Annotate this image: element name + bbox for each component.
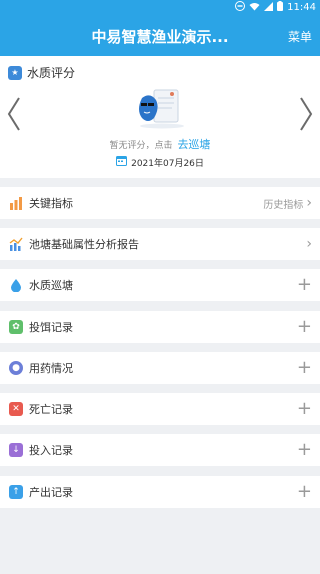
water-drop-icon [9,278,23,292]
list-item-output-record[interactable]: ↑ 产出记录 + [0,476,320,508]
list-item-label: 产出记录 [29,486,73,499]
no-score-prompt: 暂无评分，点击 去巡塘 [0,136,320,152]
minus-circle-icon [235,1,246,14]
bar-chart-icon [9,196,23,210]
list-item-label: 投饵记录 [29,321,73,334]
page-title: 中易智慧渔业演示... [91,28,229,46]
add-icon[interactable]: + [297,483,312,501]
prev-pond-button[interactable] [6,96,22,132]
go-patrol-link[interactable]: 去巡塘 [177,138,210,151]
list-item-key-indicators[interactable]: 关键指标 历史指标 › [0,187,320,219]
wifi-icon [249,2,260,14]
add-icon[interactable]: + [297,400,312,418]
row-right: + [297,393,312,425]
app-header: 中易智慧渔业演示... 菜单 [0,16,320,56]
battery-icon [277,1,284,14]
menu-button[interactable]: 菜单 [288,28,312,45]
star-shield-icon: ★ [8,65,22,80]
no-score-text: 暂无评分，点击 [109,141,173,151]
add-icon[interactable]: + [297,359,312,377]
add-icon[interactable]: + [297,276,312,294]
trend-chart-icon [9,237,23,251]
signal-icon [264,1,274,14]
list-item-death-record[interactable]: ✕ 死亡记录 + [0,393,320,425]
row-right: + [297,434,312,466]
list-item-label: 死亡记录 [29,403,73,416]
list-item-label: 池塘基础属性分析报告 [29,238,139,251]
medicine-icon: ● [9,361,23,375]
score-date-text: 2021年07月26日 [131,158,204,169]
row-right: + [297,311,312,343]
mascot-report-illustration [134,88,190,132]
row-right: + [297,352,312,384]
output-box-icon: ↑ [9,485,23,499]
calendar-icon [116,155,128,169]
status-bar: 11:44 [0,0,320,16]
history-indicators-text: 历史指标 [263,199,304,211]
list-item-medication[interactable]: ● 用药情况 + [0,352,320,384]
water-quality-title: ★ 水质评分 [8,64,75,81]
list-item-input-record[interactable]: ↓ 投入记录 + [0,434,320,466]
chevron-right-icon: › [306,195,312,211]
list-item-label: 水质巡塘 [29,279,73,292]
status-time: 11:44 [287,2,316,13]
input-box-icon: ↓ [9,443,23,457]
row-right: + [297,476,312,508]
list-item-label: 关键指标 [29,197,73,210]
water-quality-card: ★ 水质评分 暂无评分，点击 去巡塘 2021年07月26日 [0,56,320,178]
feed-icon: ✿ [9,320,23,334]
list-item-water-patrol[interactable]: 水质巡塘 + [0,269,320,301]
list-item-label: 用药情况 [29,362,73,375]
list-item-pond-report[interactable]: 池塘基础属性分析报告 › [0,228,320,260]
next-pond-button[interactable] [298,96,314,132]
list-item-label: 投入记录 [29,444,73,457]
death-record-icon: ✕ [9,402,23,416]
score-date: 2021年07月26日 [0,155,320,169]
row-right: › [306,228,312,260]
row-right: + [297,269,312,301]
add-icon[interactable]: + [297,441,312,459]
history-indicators-link[interactable]: 历史指标 › [263,187,312,219]
chevron-right-icon: › [306,236,312,252]
status-icons: 11:44 [235,1,316,14]
add-icon[interactable]: + [297,318,312,336]
water-quality-title-label: 水质评分 [27,66,76,80]
list-item-feeding-record[interactable]: ✿ 投饵记录 + [0,311,320,343]
